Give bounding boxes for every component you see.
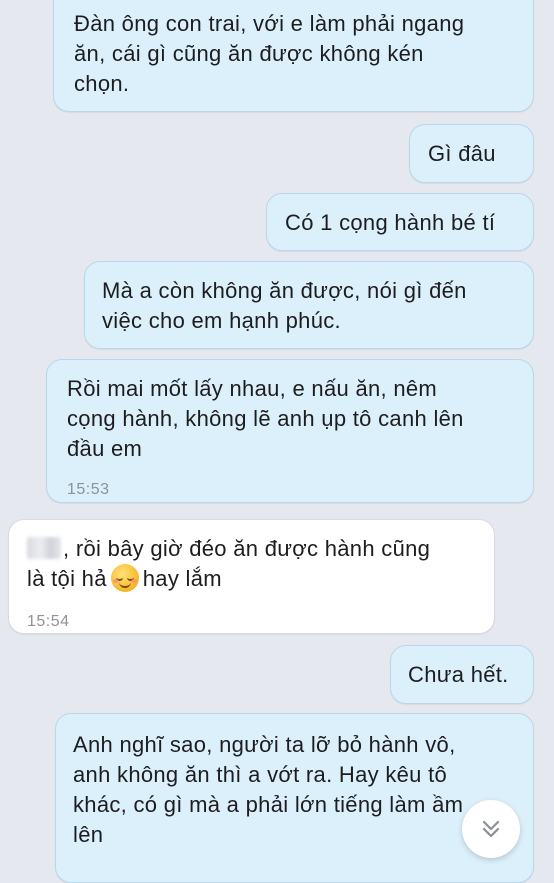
smiling-blush-emoji-icon	[110, 564, 139, 592]
message-bubble-outgoing[interactable]: Anh nghĩ sao, người ta lỡ bỏ hành vô, an…	[55, 713, 534, 883]
message-bubble-outgoing[interactable]: Đàn ông con trai, với e làm phải ngang ă…	[53, 0, 534, 112]
message-text-part: , rồi bây giờ đéo ăn được hành cũng	[63, 536, 431, 561]
message-timestamp: 15:53	[67, 481, 110, 498]
message-bubble-outgoing[interactable]: Rồi mai mốt lấy nhau, e nấu ăn, nêm cọng…	[46, 359, 534, 503]
message-text-part: hay lắm	[142, 566, 222, 591]
message-bubble-incoming[interactable]: , rồi bây giờ đéo ăn được hành cũng là t…	[8, 519, 495, 634]
message-text: Rồi mai mốt lấy nhau, e nấu ăn, nêm cọng…	[67, 376, 464, 461]
scroll-to-bottom-button[interactable]	[462, 800, 520, 858]
message-bubble-outgoing[interactable]: Chưa hết.	[390, 645, 534, 704]
message-text: , rồi bây giờ đéo ăn được hành cũng là t…	[27, 534, 494, 594]
double-chevron-down-icon	[482, 820, 500, 838]
message-text: Có 1 cọng hành bé tí	[285, 210, 496, 235]
message-bubble-outgoing[interactable]: Gì đâu	[409, 124, 534, 183]
message-timestamp: 15:54	[27, 613, 70, 630]
message-bubble-outgoing[interactable]: Có 1 cọng hành bé tí	[266, 193, 534, 251]
redacted-name	[27, 537, 61, 559]
message-text: Mà a còn không ăn được, nói gì đến việc …	[102, 278, 467, 333]
message-text: Đàn ông con trai, với e làm phải ngang ă…	[74, 11, 465, 96]
message-text: Chưa hết.	[408, 662, 509, 687]
message-text-part: là tội hả	[27, 566, 107, 591]
message-text: Gì đâu	[428, 141, 496, 166]
message-bubble-outgoing[interactable]: Mà a còn không ăn được, nói gì đến việc …	[84, 261, 534, 349]
